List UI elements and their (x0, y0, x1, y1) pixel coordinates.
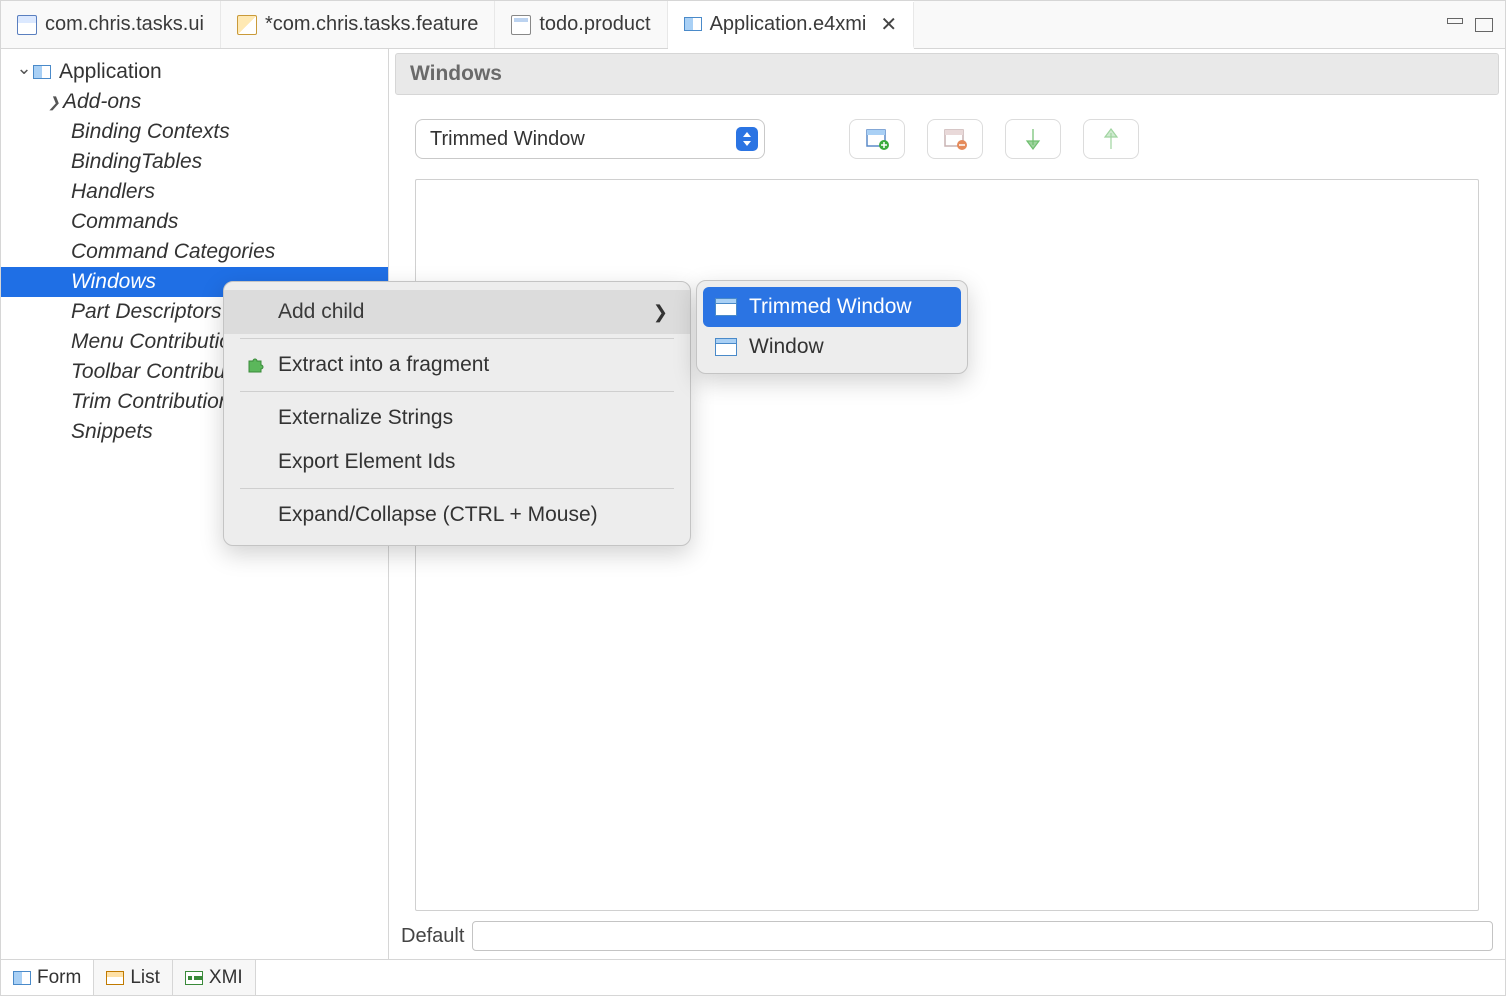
ctx-separator (240, 391, 674, 392)
ctx-expand-collapse[interactable]: Expand/Collapse (CTRL + Mouse) (224, 493, 690, 537)
ctx-label: Add child (278, 300, 364, 324)
context-menu: Add child ❯ Extract into a fragment Exte… (223, 281, 691, 546)
tab-tasks-ui[interactable]: com.chris.tasks.ui (1, 1, 221, 48)
add-child-submenu: Trimmed Window Window (696, 280, 968, 374)
default-label: Default (401, 925, 464, 948)
tree-label: BindingTables (71, 150, 202, 174)
submenu-arrow-icon: ❯ (653, 302, 668, 323)
application-icon (33, 65, 51, 79)
detail-toolbar: Trimmed Window (389, 99, 1505, 169)
ctx-separator (240, 338, 674, 339)
tab-label: com.chris.tasks.ui (45, 13, 204, 36)
file-icon (17, 15, 37, 35)
tree-label: Command Categories (71, 240, 275, 264)
tree-item-handlers[interactable]: Handlers (1, 177, 388, 207)
ctx-label: Externalize Strings (278, 406, 453, 430)
tab-label: *com.chris.tasks.feature (265, 13, 478, 36)
section-title: Windows (395, 53, 1499, 95)
ctx-label: Extract into a fragment (278, 353, 489, 377)
expand-toggle-icon[interactable] (15, 62, 33, 83)
window-type-combo[interactable]: Trimmed Window (415, 119, 765, 159)
window-icon (715, 338, 737, 356)
tree-label: Add-ons (63, 90, 141, 114)
maximize-view-icon[interactable] (1475, 18, 1493, 32)
tab-todo-product[interactable]: todo.product (495, 1, 667, 48)
ctx-extract-fragment[interactable]: Extract into a fragment (224, 343, 690, 387)
window-icon (715, 298, 737, 316)
list-icon (106, 971, 124, 985)
tree-item-commands[interactable]: Commands (1, 207, 388, 237)
file-icon (511, 15, 531, 35)
ctx-separator (240, 488, 674, 489)
source-tabs: Form List XMI (1, 959, 1505, 995)
editor-tabbar: com.chris.tasks.ui *com.chris.tasks.feat… (1, 1, 1505, 49)
submenu-trimmed-window[interactable]: Trimmed Window (703, 287, 961, 327)
source-tab-label: XMI (209, 967, 243, 989)
tab-tasks-feature[interactable]: *com.chris.tasks.feature (221, 1, 495, 48)
default-input[interactable] (472, 921, 1493, 951)
source-tab-label: Form (37, 967, 81, 989)
submenu-window[interactable]: Window (703, 327, 961, 367)
tree-item-binding-tables[interactable]: BindingTables (1, 147, 388, 177)
source-tab-form[interactable]: Form (1, 960, 94, 995)
submenu-label: Window (749, 335, 824, 359)
file-icon (684, 17, 702, 31)
tree-item-binding-contexts[interactable]: Binding Contexts (1, 117, 388, 147)
tree-root-application[interactable]: Application (1, 57, 388, 87)
source-tab-list[interactable]: List (94, 960, 173, 995)
tree-label: Trim Contributions (71, 390, 241, 414)
tree-label: Snippets (71, 420, 153, 444)
submenu-label: Trimmed Window (749, 295, 912, 319)
form-icon (13, 971, 31, 985)
ctx-export-element-ids[interactable]: Export Element Ids (224, 440, 690, 484)
source-tab-label: List (130, 967, 160, 989)
tree-label: Windows (71, 270, 156, 294)
move-down-button[interactable] (1005, 119, 1061, 159)
ctx-externalize-strings[interactable]: Externalize Strings (224, 396, 690, 440)
puzzle-icon (246, 355, 266, 375)
tabbar-spacer (914, 1, 1505, 48)
move-up-button[interactable] (1083, 119, 1139, 159)
tree-label: Handlers (71, 180, 155, 204)
xmi-icon (185, 971, 203, 985)
expand-toggle-icon[interactable] (45, 94, 63, 111)
remove-button[interactable] (927, 119, 983, 159)
tree-label: Part Descriptors (71, 300, 222, 324)
source-tab-xmi[interactable]: XMI (173, 960, 256, 995)
minimize-view-icon[interactable] (1447, 18, 1463, 24)
close-icon[interactable]: ✕ (880, 12, 897, 37)
default-field-row: Default (389, 917, 1505, 959)
tab-label: todo.product (539, 13, 650, 36)
ctx-label: Export Element Ids (278, 450, 455, 474)
ctx-label: Expand/Collapse (CTRL + Mouse) (278, 503, 598, 527)
tree-label: Binding Contexts (71, 120, 230, 144)
tab-label: Application.e4xmi (710, 13, 867, 36)
tree-label: Commands (71, 210, 178, 234)
combo-dropdown-icon[interactable] (736, 127, 758, 151)
ctx-add-child[interactable]: Add child ❯ (224, 290, 690, 334)
tree-item-addons[interactable]: Add-ons (1, 87, 388, 117)
tab-application-e4xmi[interactable]: Application.e4xmi ✕ (668, 2, 915, 49)
file-icon (237, 15, 257, 35)
add-button[interactable] (849, 119, 905, 159)
tree-item-command-categories[interactable]: Command Categories (1, 237, 388, 267)
combo-value: Trimmed Window (430, 128, 585, 151)
tree-label: Application (59, 60, 162, 84)
